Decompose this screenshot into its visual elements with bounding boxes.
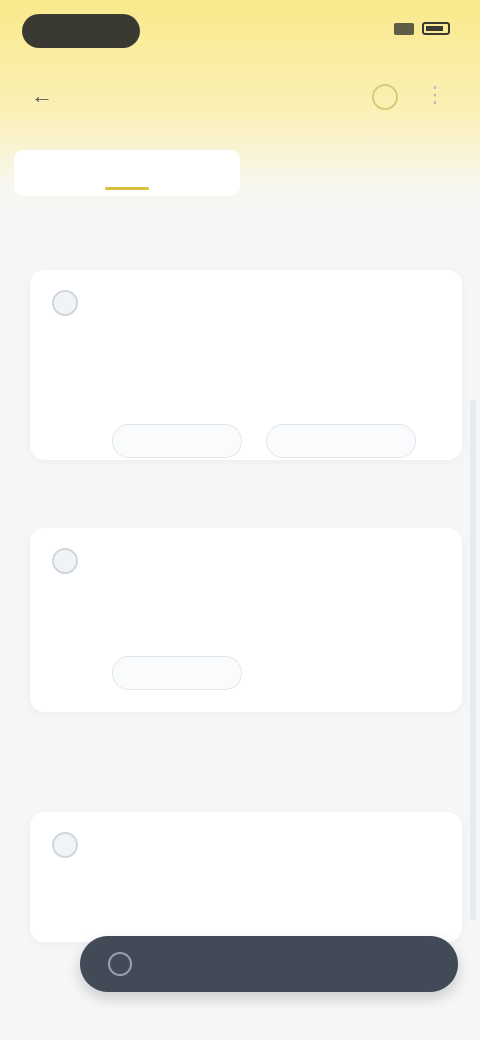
card-2-button[interactable]: [112, 656, 242, 690]
notification-card-2[interactable]: [30, 528, 462, 712]
cta-icon: [108, 952, 132, 976]
header-action-icon[interactable]: [372, 84, 398, 110]
battery-icon: [422, 22, 450, 35]
card-icon-3: [52, 832, 78, 858]
more-icon[interactable]: ⋮: [424, 84, 446, 106]
tab-bar: [14, 150, 466, 196]
notification-card-1[interactable]: [30, 270, 462, 460]
bottom-action-button[interactable]: [80, 936, 458, 992]
card-1-primary-button[interactable]: [112, 424, 242, 458]
card-1-secondary-button[interactable]: [266, 424, 416, 458]
notification-card-3[interactable]: [30, 812, 462, 942]
status-bar: [0, 0, 480, 64]
card-icon-2: [52, 548, 78, 574]
signal-icon: [394, 22, 414, 35]
scrollbar[interactable]: [470, 400, 476, 920]
app-screen: ← ⋮: [0, 0, 480, 1040]
time-pill: [22, 14, 140, 48]
back-button[interactable]: ←: [28, 82, 56, 110]
tab-secondary[interactable]: [240, 150, 466, 196]
card-icon-1: [52, 290, 78, 316]
tab-primary[interactable]: [14, 150, 240, 196]
status-icons: [394, 22, 450, 35]
top-header: ← ⋮: [0, 64, 480, 128]
